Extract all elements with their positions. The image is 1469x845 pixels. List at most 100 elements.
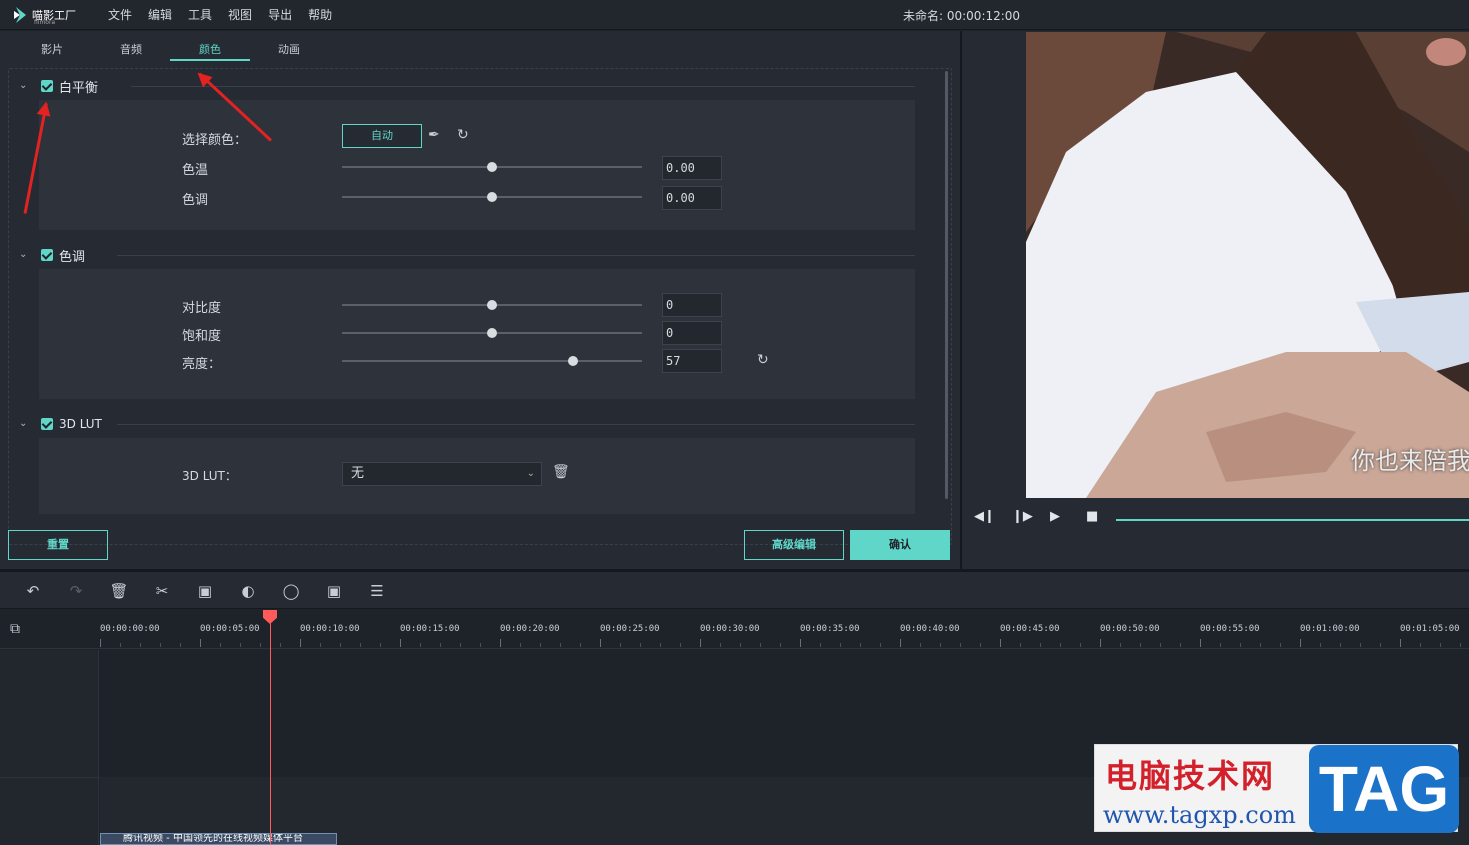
stop-icon[interactable]: ■	[1086, 509, 1098, 524]
lut-label: 3D LUT：	[182, 469, 237, 483]
timeline-ruler[interactable]: ⧉ 00:00:00:00 00:00:05:00 00:00:10:00 00:00…	[0, 609, 1469, 649]
ruler-tick	[260, 643, 261, 647]
ruler-tick	[500, 639, 501, 647]
delete-icon[interactable]: 🗑	[109, 581, 129, 601]
menu-edit[interactable]: 编辑	[140, 0, 180, 30]
tab-video[interactable]: 影片	[12, 31, 92, 61]
pick-color-label: 选择颜色：	[182, 133, 248, 148]
tint-slider[interactable]	[342, 192, 642, 202]
timeline-clip[interactable]: 腾讯视频 - 中国领先的在线视频媒体平台	[100, 833, 337, 845]
tint-slider-thumb[interactable]	[487, 192, 497, 202]
menu-tools[interactable]: 工具	[180, 0, 220, 30]
timeline-toolbar: ↶ ↷ 🗑 ✂ ▣ ◐ ◯ ▣ ☰	[0, 572, 1469, 609]
saturation-label: 饱和度	[182, 329, 222, 344]
lut-select[interactable]: 无 ⌄	[342, 462, 542, 486]
brightness-slider[interactable]	[342, 356, 642, 366]
playback-progress-bar[interactable]	[1116, 519, 1469, 521]
ruler-tick	[880, 643, 881, 647]
play-icon[interactable]: ▶	[1050, 509, 1060, 524]
next-frame-icon[interactable]: ❙▶	[1012, 509, 1033, 524]
reset-icon[interactable]: ↻	[457, 127, 469, 143]
trash-icon[interactable]: 🗑	[552, 464, 570, 480]
filmora-logo-icon	[14, 7, 26, 23]
menu-file[interactable]: 文件	[100, 0, 140, 30]
chevron-down-icon[interactable]: ⌄	[19, 79, 33, 93]
add-track-icon[interactable]: ⧉	[10, 621, 30, 637]
white-balance-body: 选择颜色： 自动 ✒ ↻ 色温 0.00 色调 0.00	[39, 100, 915, 230]
ruler-tick	[1120, 643, 1121, 647]
crop-icon[interactable]: ▣	[195, 581, 215, 601]
speed-icon[interactable]: ◐	[238, 581, 258, 601]
tint-label: 色调	[182, 193, 209, 208]
video-subtitle: 你也来陪我	[1351, 447, 1469, 475]
watermark-tag: TAG	[1309, 745, 1459, 833]
ruler-tick	[340, 643, 341, 647]
white-balance-header: ⌄ 白平衡	[19, 76, 98, 96]
ruler-tick	[1160, 643, 1161, 647]
ruler-tick	[1280, 643, 1281, 647]
ruler-tick	[320, 643, 321, 647]
ruler-tick	[420, 643, 421, 647]
ruler-tick	[1060, 643, 1061, 647]
ruler-tick	[1040, 643, 1041, 647]
brightness-slider-thumb[interactable]	[568, 356, 578, 366]
ruler-tick	[1320, 643, 1321, 647]
ruler-timecode: 00:00:45:00	[1000, 624, 1060, 634]
brightness-value[interactable]: 57	[662, 349, 722, 373]
ruler-timecode: 00:00:30:00	[700, 624, 760, 634]
ruler-tick	[1180, 643, 1181, 647]
temperature-slider-thumb[interactable]	[487, 162, 497, 172]
redo-icon[interactable]: ↷	[66, 581, 86, 601]
white-balance-checkbox[interactable]	[41, 80, 53, 92]
tab-animation[interactable]: 动画	[249, 31, 329, 61]
ruler-tick	[1400, 639, 1401, 647]
panel-scrollbar[interactable]	[945, 71, 948, 499]
contrast-value[interactable]: 0	[662, 293, 722, 317]
previous-frame-icon[interactable]: ◀❙	[974, 509, 995, 524]
advanced-edit-button[interactable]: 高级编辑	[744, 530, 844, 560]
ruler-tick	[700, 639, 701, 647]
lut-checkbox[interactable]	[41, 418, 53, 430]
white-balance-title: 白平衡	[59, 80, 99, 96]
ruler-timecode: 00:00:05:00	[200, 624, 260, 634]
playhead[interactable]	[270, 610, 271, 845]
ruler-tick	[1300, 639, 1301, 647]
ruler-tick	[960, 643, 961, 647]
saturation-value[interactable]: 0	[662, 321, 722, 345]
chevron-down-icon[interactable]: ⌄	[19, 248, 33, 262]
tint-value[interactable]: 0.00	[662, 186, 722, 210]
contrast-slider[interactable]	[342, 300, 642, 310]
undo-icon[interactable]: ↶	[23, 581, 43, 601]
ruler-tick	[120, 643, 121, 647]
saturation-slider-thumb[interactable]	[487, 328, 497, 338]
ruler-tick	[900, 639, 901, 647]
saturation-slider[interactable]	[342, 328, 642, 338]
ruler-tick	[1100, 639, 1101, 647]
color-icon[interactable]: ◯	[281, 581, 301, 601]
eyedropper-icon[interactable]: ✒	[428, 127, 440, 143]
chevron-down-icon[interactable]: ⌄	[19, 417, 33, 431]
temperature-value[interactable]: 0.00	[662, 156, 722, 180]
menu-help[interactable]: 帮助	[300, 0, 340, 30]
ruler-tick	[980, 643, 981, 647]
confirm-button[interactable]: 确认	[850, 530, 950, 560]
ruler-tick	[360, 643, 361, 647]
ruler-tick	[1080, 643, 1081, 647]
menu-bar: 文件 编辑 工具 视图 导出 帮助	[100, 0, 340, 30]
tab-color[interactable]: 颜色	[170, 31, 250, 61]
cut-icon[interactable]: ✂	[152, 581, 172, 601]
tab-audio[interactable]: 音频	[91, 31, 171, 61]
reset-icon[interactable]: ↻	[757, 352, 769, 368]
reset-button[interactable]: 重置	[8, 530, 108, 560]
tone-checkbox[interactable]	[41, 249, 53, 261]
menu-export[interactable]: 导出	[260, 0, 300, 30]
menu-view[interactable]: 视图	[220, 0, 260, 30]
adjust-icon[interactable]: ☰	[367, 581, 387, 601]
contrast-slider-thumb[interactable]	[487, 300, 497, 310]
ruler-tick	[800, 639, 801, 647]
green-screen-icon[interactable]: ▣	[324, 581, 344, 601]
auto-button[interactable]: 自动	[342, 124, 422, 148]
temperature-slider[interactable]	[342, 162, 642, 172]
watermark: 电脑技术网 www.tagxp.com TAG	[1094, 744, 1459, 833]
edit-panel: 影片 音频 颜色 动画 ⌄ 白平衡 选择颜色： 自动 ✒ ↻ 色温 0.00 色…	[0, 31, 960, 569]
